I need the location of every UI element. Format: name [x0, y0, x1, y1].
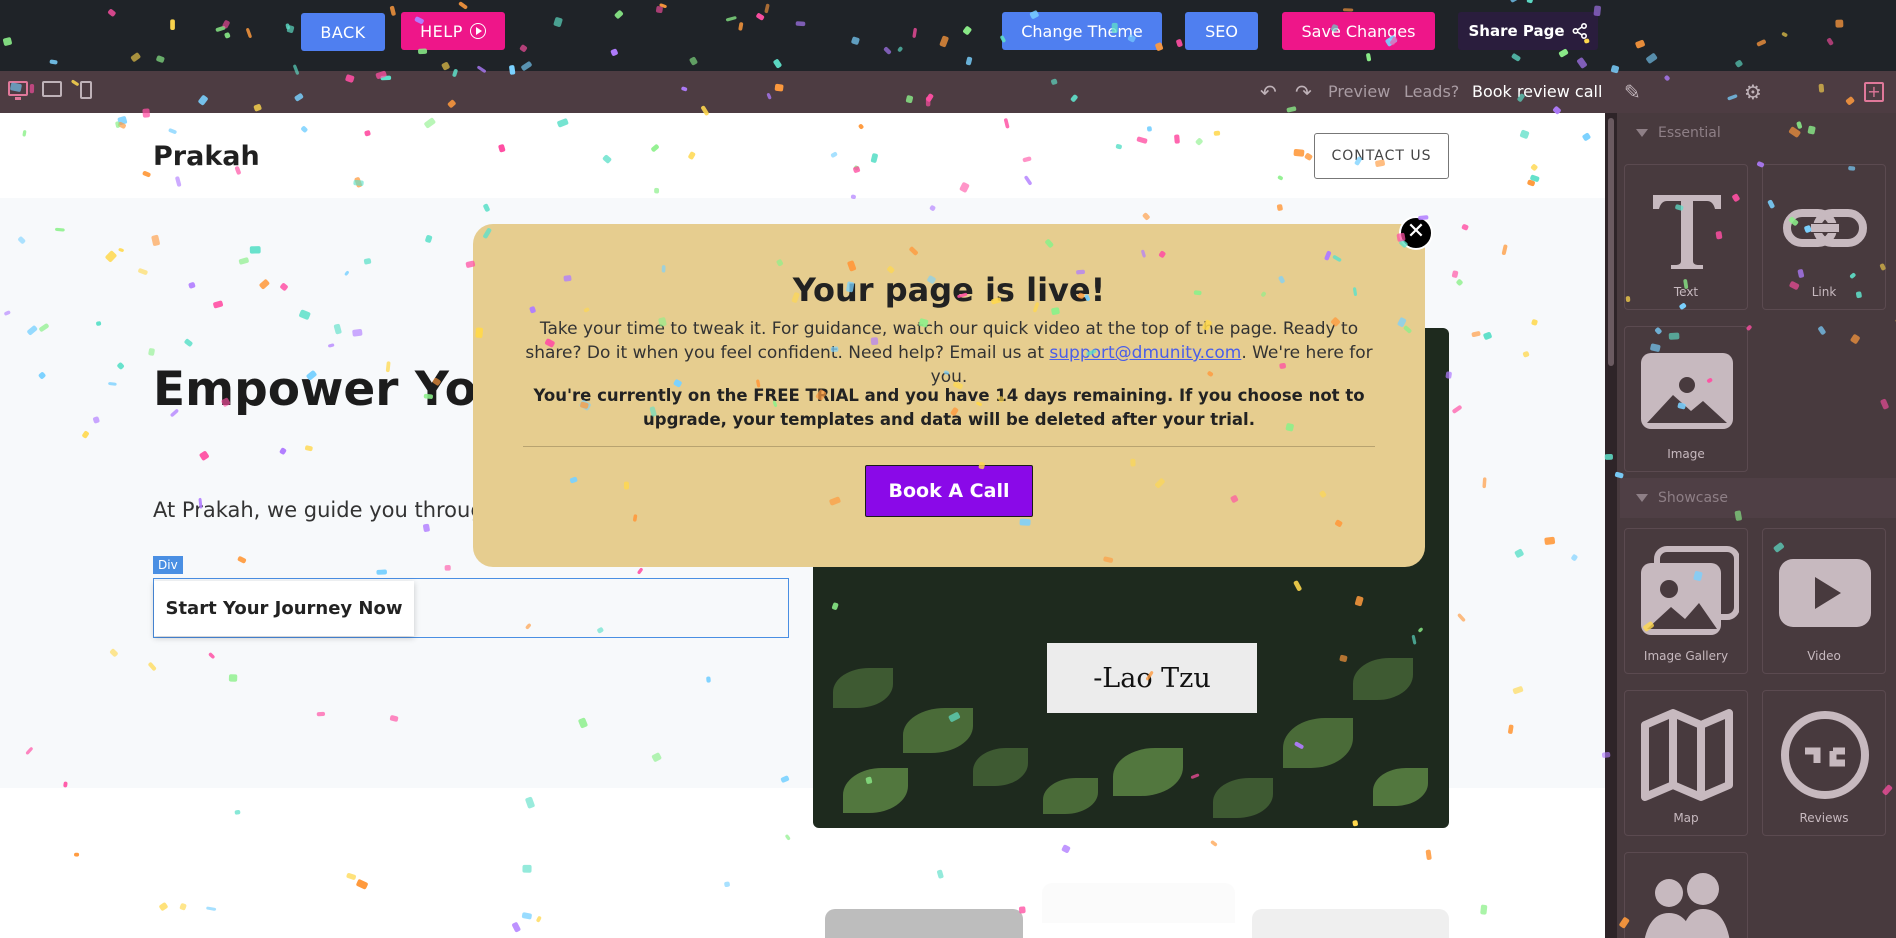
book-a-call-button[interactable]: Book A Call [865, 465, 1033, 517]
contact-us-button[interactable]: CONTACT US [1314, 133, 1449, 179]
help-label: HELP [420, 21, 463, 41]
modal-divider [523, 446, 1375, 447]
site-header: Prakah CONTACT US [0, 113, 1605, 198]
back-label: BACK [320, 22, 366, 42]
preview-link[interactable]: Preview [1328, 82, 1390, 101]
seo-label: SEO [1205, 21, 1238, 41]
tablet-view-icon[interactable] [42, 81, 62, 97]
start-journey-button[interactable]: Start Your Journey Now [154, 581, 414, 636]
map-card-label: Map [1673, 811, 1699, 825]
support-email-link[interactable]: support@dmunity.com [1049, 343, 1241, 363]
leads-link[interactable]: Leads? [1404, 82, 1459, 101]
play-circle-icon [469, 23, 486, 39]
showcase-section-header[interactable]: Showcase [1620, 478, 1896, 518]
modal-title: Your page is live! [792, 271, 1106, 309]
gear-icon[interactable]: ⚙ [1744, 80, 1762, 104]
team-element-card[interactable] [1624, 852, 1748, 938]
map-icon [1641, 709, 1733, 801]
video-icon [1779, 559, 1871, 627]
people-icon [1644, 873, 1730, 938]
mobile-view-icon[interactable] [80, 81, 92, 99]
image-gallery-icon [1641, 546, 1739, 635]
gallery-thumb [1252, 909, 1449, 938]
top-bar: BACK HELP Change Theme SEO Save Changes … [0, 0, 1896, 71]
text-element-card[interactable]: Text [1624, 164, 1748, 310]
image-icon [1641, 353, 1733, 429]
div-selection-tag: Div [153, 556, 183, 574]
reviews-card-label: Reviews [1799, 811, 1849, 825]
share-page-button[interactable]: Share Page [1458, 12, 1598, 50]
back-button[interactable]: BACK [301, 13, 385, 51]
seo-button[interactable]: SEO [1185, 12, 1258, 50]
text-card-label: Text [1673, 285, 1699, 299]
image-gallery-card-label: Image Gallery [1643, 649, 1729, 663]
gallery-thumb [1042, 883, 1235, 923]
book-review-call-link[interactable]: Book review call [1472, 82, 1602, 101]
trial-notice: You're currently on the FREE TRIAL and y… [533, 386, 1365, 429]
page-live-modal: Your page is live! Take your time to twe… [473, 224, 1425, 567]
change-theme-button[interactable]: Change Theme [1002, 12, 1162, 50]
essential-label: Essential [1658, 125, 1721, 141]
share-page-label: Share Page [1468, 22, 1565, 40]
panel-scroll-thumb[interactable] [1608, 118, 1614, 366]
showcase-label: Showcase [1658, 490, 1728, 506]
reviews-icon [1781, 711, 1869, 799]
gallery-thumb [825, 909, 1023, 938]
essential-section-header[interactable]: Essential [1620, 113, 1896, 153]
close-icon[interactable]: ✕ [1399, 216, 1433, 250]
link-icon [1783, 209, 1867, 247]
change-theme-label: Change Theme [1021, 21, 1143, 41]
save-changes-label: Save Changes [1301, 21, 1416, 41]
link-card-label: Link [1811, 285, 1837, 299]
image-card-label: Image [1667, 447, 1705, 461]
redo-icon[interactable]: ↷ [1295, 80, 1312, 104]
video-element-card[interactable]: Video [1762, 528, 1886, 674]
add-element-icon[interactable]: + [1864, 82, 1884, 102]
quote-card: -Lao Tzu [1047, 643, 1257, 713]
save-changes-button[interactable]: Save Changes [1282, 12, 1435, 50]
image-gallery-element-card[interactable]: Image Gallery [1624, 528, 1748, 674]
image-element-card[interactable]: Image [1624, 326, 1748, 472]
map-element-card[interactable]: Map [1624, 690, 1748, 836]
desktop-view-icon[interactable] [8, 81, 28, 100]
video-card-label: Video [1807, 649, 1841, 663]
modal-guide-text: Take your time to tweak it. For guidance… [521, 317, 1377, 389]
undo-icon[interactable]: ↶ [1260, 80, 1277, 104]
help-button[interactable]: HELP [401, 12, 505, 50]
brush-icon[interactable]: ✎ [1624, 80, 1641, 104]
share-icon [1572, 23, 1587, 39]
site-logo[interactable]: Prakah [153, 141, 260, 172]
link-element-card[interactable]: Link [1762, 164, 1886, 310]
reviews-element-card[interactable]: Reviews [1762, 690, 1886, 836]
editor-toolbar: ↶ ↷ Preview Leads? Book review call ✎ ⚙ … [0, 71, 1896, 113]
text-icon [1653, 195, 1721, 269]
hero-text[interactable]: At Prakah, we guide you through your goa… [153, 494, 483, 526]
